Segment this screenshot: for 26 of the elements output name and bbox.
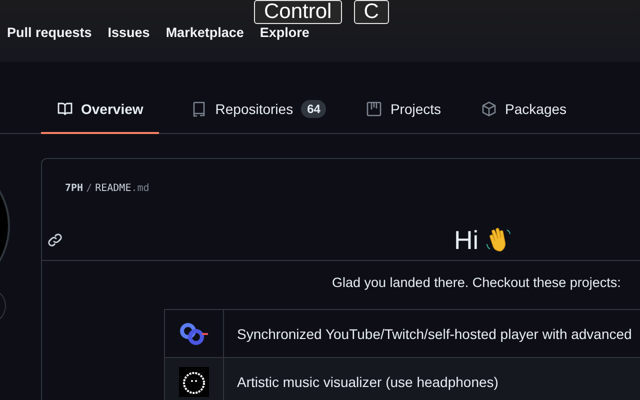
nav-link[interactable]: Explore bbox=[260, 25, 310, 40]
intro-text: Glad you landed there. Checkout these projects: bbox=[331, 275, 622, 290]
project-board-icon bbox=[366, 101, 382, 117]
nav-link[interactable]: Marketplace bbox=[166, 25, 244, 40]
visualizer-logo-icon bbox=[179, 366, 209, 396]
waving-hand-icon bbox=[484, 226, 513, 254]
package-icon bbox=[481, 101, 498, 117]
keystroke-label: Control bbox=[254, 0, 342, 24]
project-logo-icon bbox=[178, 322, 210, 346]
nav-link[interactable]: Issues bbox=[108, 25, 150, 40]
count-badge: 64 bbox=[301, 100, 326, 118]
profile-tab[interactable]: Packages bbox=[473, 86, 575, 134]
nav-link[interactable]: Pull requests bbox=[7, 25, 92, 40]
profile-tab[interactable]: Repositories 64 bbox=[183, 86, 334, 134]
link-icon[interactable] bbox=[47, 232, 63, 248]
repository-icon bbox=[191, 101, 208, 117]
profile-tab[interactable]: Overview bbox=[41, 86, 160, 134]
book-icon bbox=[57, 101, 73, 117]
file-name: README.md bbox=[95, 183, 150, 194]
readme-heading: Hi bbox=[454, 224, 479, 256]
profile-tab[interactable]: Projects bbox=[358, 86, 450, 134]
keystroke-label: C bbox=[354, 0, 389, 24]
owner-link[interactable]: 7PH bbox=[65, 183, 84, 194]
path-separator: / bbox=[86, 183, 92, 194]
table-cell-text: Synchronized YouTube/Twitch/self-hosted player with advanced bbox=[236, 324, 632, 344]
table-cell-text: Artistic music visualizer (use headphones) bbox=[236, 372, 498, 392]
